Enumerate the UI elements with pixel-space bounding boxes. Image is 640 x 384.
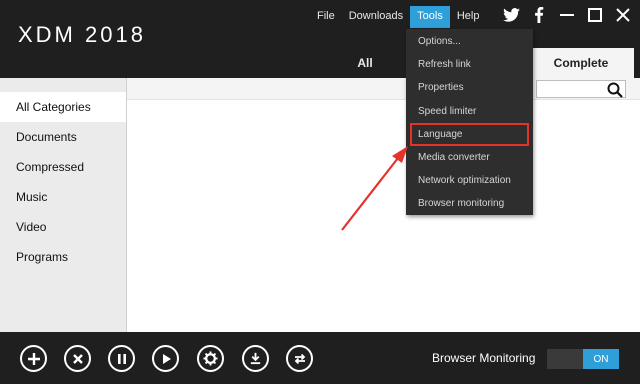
menu-item-refresh-link[interactable]: Refresh link bbox=[406, 53, 533, 76]
sync-icon[interactable] bbox=[286, 345, 313, 372]
list-toolbar bbox=[127, 78, 640, 100]
search-input[interactable] bbox=[536, 80, 626, 98]
download-icon[interactable] bbox=[242, 345, 269, 372]
download-list-area bbox=[127, 78, 640, 332]
menu-downloads[interactable]: Downloads bbox=[342, 6, 410, 28]
tab-all[interactable]: All bbox=[330, 48, 400, 78]
twitter-icon[interactable] bbox=[502, 6, 520, 24]
tools-dropdown-menu: Options... Refresh link Properties Speed… bbox=[406, 29, 533, 215]
category-video[interactable]: Video bbox=[0, 212, 126, 242]
browser-monitoring-toggle[interactable]: ON bbox=[547, 349, 619, 369]
minimize-icon[interactable] bbox=[558, 6, 576, 24]
menu-bar: File Downloads Tools Help bbox=[310, 6, 486, 28]
app-logo: XDM 2018 bbox=[18, 22, 146, 47]
menu-file[interactable]: File bbox=[310, 6, 342, 28]
close-icon[interactable] bbox=[64, 345, 91, 372]
bottom-toolbar: Browser Monitoring ON bbox=[0, 332, 640, 384]
close-window-icon[interactable] bbox=[614, 6, 632, 24]
toggle-on-label: ON bbox=[583, 349, 619, 369]
menu-item-browser-monitoring[interactable]: Browser monitoring bbox=[406, 192, 533, 215]
category-sidebar: All Categories Documents Compressed Musi… bbox=[0, 78, 127, 332]
category-music[interactable]: Music bbox=[0, 182, 126, 212]
menu-item-properties[interactable]: Properties bbox=[406, 76, 533, 99]
menu-item-media-converter[interactable]: Media converter bbox=[406, 146, 533, 169]
menu-item-network-optimization[interactable]: Network optimization bbox=[406, 169, 533, 192]
menu-help[interactable]: Help bbox=[450, 6, 487, 28]
menu-item-speed-limiter[interactable]: Speed limiter bbox=[406, 100, 533, 123]
browser-monitoring-label: Browser Monitoring bbox=[432, 351, 536, 365]
menu-item-language[interactable]: Language bbox=[410, 122, 529, 146]
add-icon[interactable] bbox=[20, 345, 47, 372]
category-documents[interactable]: Documents bbox=[0, 122, 126, 152]
play-icon[interactable] bbox=[152, 345, 179, 372]
maximize-icon[interactable] bbox=[586, 6, 604, 24]
menu-tools[interactable]: Tools bbox=[410, 6, 450, 28]
menu-item-options[interactable]: Options... bbox=[406, 30, 533, 53]
category-compressed[interactable]: Compressed bbox=[0, 152, 126, 182]
settings-icon[interactable] bbox=[197, 345, 224, 372]
window-controls bbox=[502, 6, 632, 24]
search-icon[interactable] bbox=[606, 81, 624, 99]
tab-complete[interactable]: Complete bbox=[528, 48, 634, 78]
category-all[interactable]: All Categories bbox=[0, 92, 126, 122]
title-bar: XDM 2018 File Downloads Tools Help All C… bbox=[0, 0, 640, 78]
category-programs[interactable]: Programs bbox=[0, 242, 126, 272]
pause-icon[interactable] bbox=[108, 345, 135, 372]
facebook-icon[interactable] bbox=[530, 6, 548, 24]
